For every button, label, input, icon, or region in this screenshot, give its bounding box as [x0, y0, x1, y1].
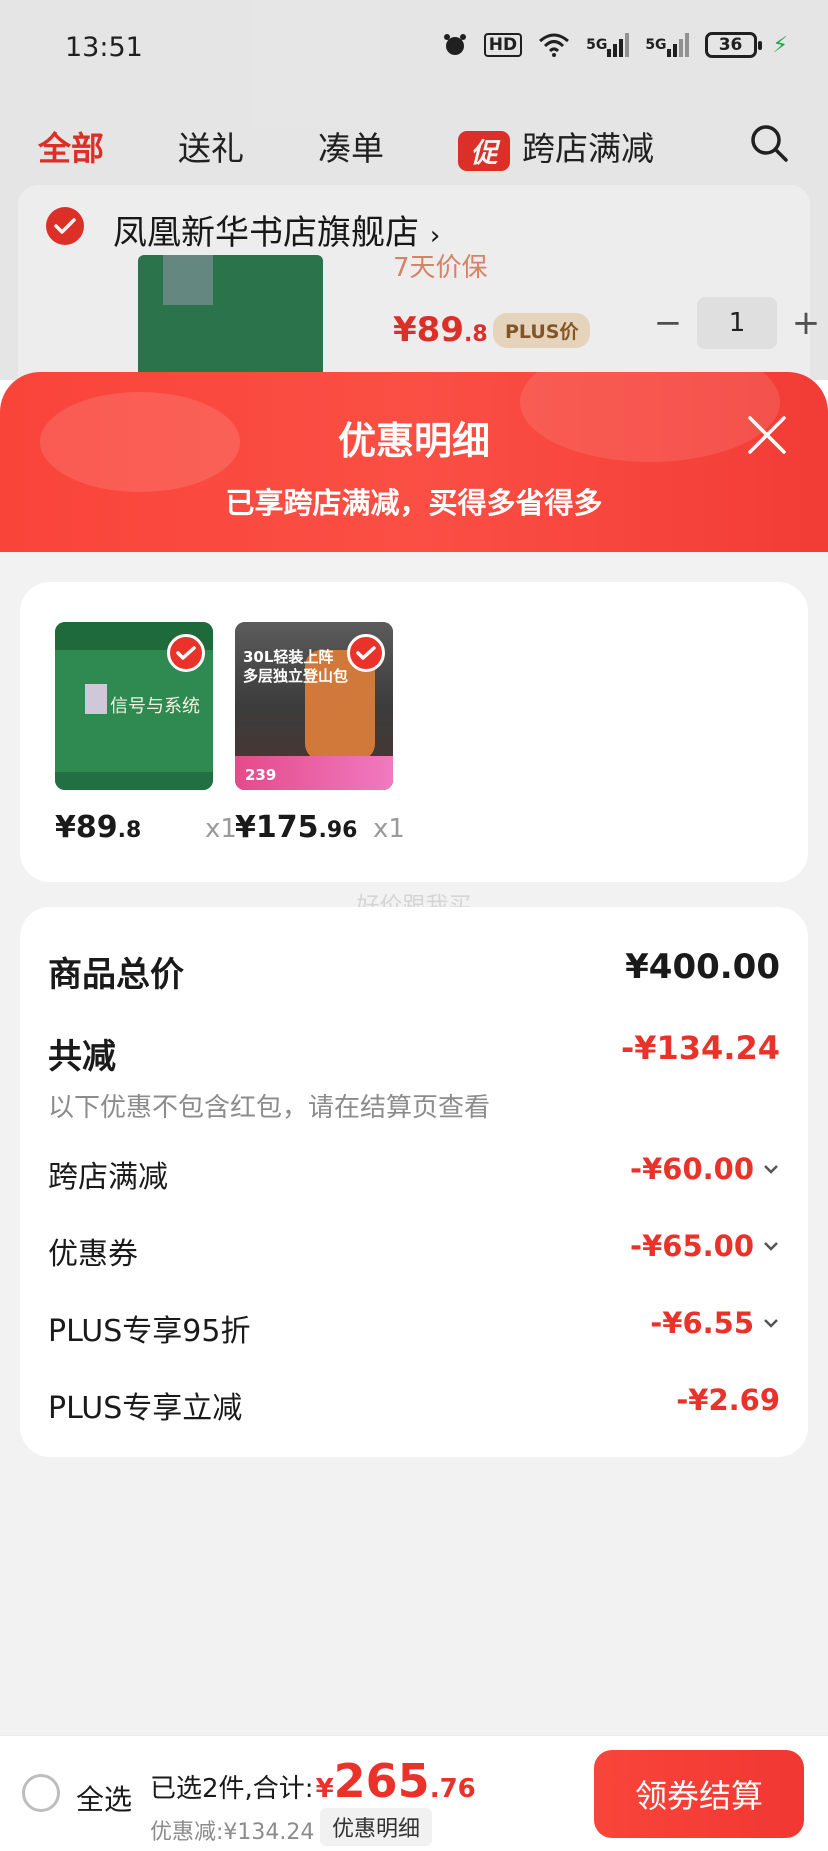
backpack-image-text: 30L轻装上阵 多层独立登山包: [243, 648, 349, 685]
close-icon[interactable]: [744, 412, 790, 458]
discount-amount: -¥6.55: [650, 1306, 754, 1340]
store-name-text: 凤凰新华书店旗舰店: [113, 213, 419, 253]
discount-amount: -¥2.69: [676, 1383, 780, 1417]
product-quantity: x1: [373, 814, 405, 844]
item-price-int: ¥89: [393, 310, 464, 350]
status-icons: HD 5G 5G 36 ⚡: [442, 30, 788, 60]
total-price-label: 商品总价: [48, 955, 184, 995]
discount-detail-sheet: 优惠明细 已享跨店满减，买得多省得多 信号与系统 ¥89.8 x1 30L轻装上…: [0, 372, 828, 1851]
discount-label: 跨店满减: [48, 1160, 168, 1195]
sheet-subtitle: 已享跨店满减，买得多省得多: [225, 486, 603, 520]
select-all-checkbox[interactable]: [22, 1774, 60, 1812]
alarm-icon: [442, 30, 468, 60]
checkout-button[interactable]: 领券结算: [594, 1750, 804, 1838]
price-protect-text: 7天价保: [393, 253, 488, 283]
product-price: ¥175.96: [235, 810, 357, 845]
store-card: 凤凰新华书店旗舰店 › 7天价保 ¥89.8 PLUS价 − 1 +: [18, 185, 820, 380]
discount-total: 优惠减:¥134.24: [150, 1820, 315, 1845]
product-price: ¥89.8: [55, 810, 141, 845]
wifi-icon: [538, 30, 570, 60]
promo-badge: 促: [458, 130, 510, 171]
total-price-value: ¥400.00: [625, 947, 780, 987]
hd-icon: HD: [483, 33, 523, 57]
backpack-image-price: 239: [245, 766, 277, 784]
discount-summary-card: 商品总价 ¥400.00 共减 -¥134.24 以下优惠不包含红包，请在结算页…: [20, 907, 808, 1457]
discount-amount: -¥65.00: [630, 1229, 754, 1263]
plus-price-tag: PLUS价: [493, 313, 591, 348]
item-price: ¥89.8: [393, 310, 488, 350]
tab-all[interactable]: 全部: [38, 122, 104, 170]
tab-combine-order[interactable]: 凑单: [318, 122, 384, 170]
sum-currency: ¥: [315, 1774, 334, 1804]
total-reduce-value: -¥134.24: [620, 1029, 780, 1067]
quantity-stepper: − 1 +: [653, 297, 821, 349]
product-item-backpack[interactable]: 30L轻装上阵 多层独立登山包 239 ¥175.96 x1: [235, 622, 405, 845]
product-quantity: x1: [205, 814, 237, 844]
charging-icon: ⚡: [772, 32, 788, 58]
store-checkbox[interactable]: [46, 207, 84, 245]
discount-row-cross-store[interactable]: 跨店满减 -¥60.00: [48, 1152, 780, 1196]
signal-icon-1: 5G: [586, 30, 630, 60]
decrease-button[interactable]: −: [653, 303, 683, 343]
product-checked-icon: [167, 634, 205, 672]
checkout-bar: 全选 已选2件,合计: ¥ 265 .76 优惠减:¥134.24 优惠明细 领…: [0, 1735, 828, 1851]
red-packet-hint: 以下优惠不包含红包，请在结算页查看: [48, 1093, 491, 1123]
discount-row-plus-95[interactable]: PLUS专享95折 -¥6.55: [48, 1306, 780, 1350]
chevron-down-icon: [764, 1242, 778, 1251]
discount-detail-button[interactable]: 优惠明细: [320, 1808, 433, 1846]
increase-button[interactable]: +: [791, 303, 821, 343]
background-cart-page: 13:51 HD 5G 5G 36 ⚡ 全部 送礼 凑单 促跨店满减 凤凰新华书…: [0, 0, 828, 380]
product-checked-icon: [347, 634, 385, 672]
sum-integer: 265: [333, 1754, 430, 1808]
backpack-image: 30L轻装上阵 多层独立登山包 239: [235, 622, 393, 790]
discount-value: -¥60.00: [630, 1152, 780, 1186]
product-price-dec: .96: [318, 818, 358, 843]
discount-label: PLUS专享95折: [48, 1314, 251, 1349]
product-price-dec: .8: [117, 818, 142, 843]
discount-value: -¥6.55: [650, 1306, 780, 1340]
sheet-header: 优惠明细 已享跨店满减，买得多省得多: [0, 372, 828, 552]
chevron-down-icon: [764, 1165, 778, 1174]
cart-tab-bar: 全部 送礼 凑单 促跨店满减: [0, 108, 828, 178]
selected-sum: 已选2件,合计: ¥ 265 .76: [150, 1754, 476, 1808]
status-time: 13:51: [65, 32, 143, 63]
total-reduce-label: 共减: [48, 1037, 116, 1077]
product-price-int: ¥175: [235, 810, 319, 845]
select-all-label[interactable]: 全选: [76, 1778, 132, 1818]
discount-label: 优惠券: [48, 1237, 138, 1272]
discount-label: PLUS专享立减: [48, 1391, 243, 1426]
book-cover-title: 信号与系统: [110, 696, 200, 717]
item-price-dec: .8: [463, 322, 488, 347]
total-reduce-row: 共减 -¥134.24: [48, 1029, 780, 1079]
check-icon: [54, 218, 76, 234]
search-icon[interactable]: [748, 122, 790, 164]
discount-value: -¥2.69: [676, 1383, 780, 1417]
chevron-down-icon: [764, 1319, 778, 1328]
battery-icon: 36: [704, 32, 762, 58]
discount-value: -¥65.00: [630, 1229, 780, 1263]
store-name[interactable]: 凤凰新华书店旗舰店 ›: [113, 205, 440, 254]
book-cover-image: 信号与系统: [55, 622, 213, 790]
tab-cross-store-discount[interactable]: 促跨店满减: [458, 122, 654, 171]
discount-row-plus-reduce: PLUS专享立减 -¥2.69: [48, 1383, 780, 1427]
tab-gift[interactable]: 送礼: [178, 122, 244, 170]
signal-icon-2: 5G: [645, 30, 689, 60]
product-item-book[interactable]: 信号与系统 ¥89.8 x1: [55, 622, 237, 845]
sum-decimal: .76: [429, 1774, 476, 1804]
sheet-title: 优惠明细: [337, 419, 490, 463]
quantity-value[interactable]: 1: [697, 297, 777, 349]
product-price-int: ¥89: [55, 810, 118, 845]
book-thumbnail-bg[interactable]: [138, 255, 323, 380]
sum-prefix: 已选2件,合计:: [150, 1774, 314, 1804]
selected-products-card: 信号与系统 ¥89.8 x1 30L轻装上阵 多层独立登山包 239 ¥175.: [20, 582, 808, 882]
tab-cross-store-label: 跨店满减: [522, 129, 654, 168]
status-bar: 13:51 HD 5G 5G 36 ⚡: [0, 0, 828, 100]
discount-row-coupon[interactable]: 优惠券 -¥65.00: [48, 1229, 780, 1273]
discount-amount: -¥60.00: [630, 1152, 754, 1186]
total-price-row: 商品总价 ¥400.00: [48, 947, 780, 997]
